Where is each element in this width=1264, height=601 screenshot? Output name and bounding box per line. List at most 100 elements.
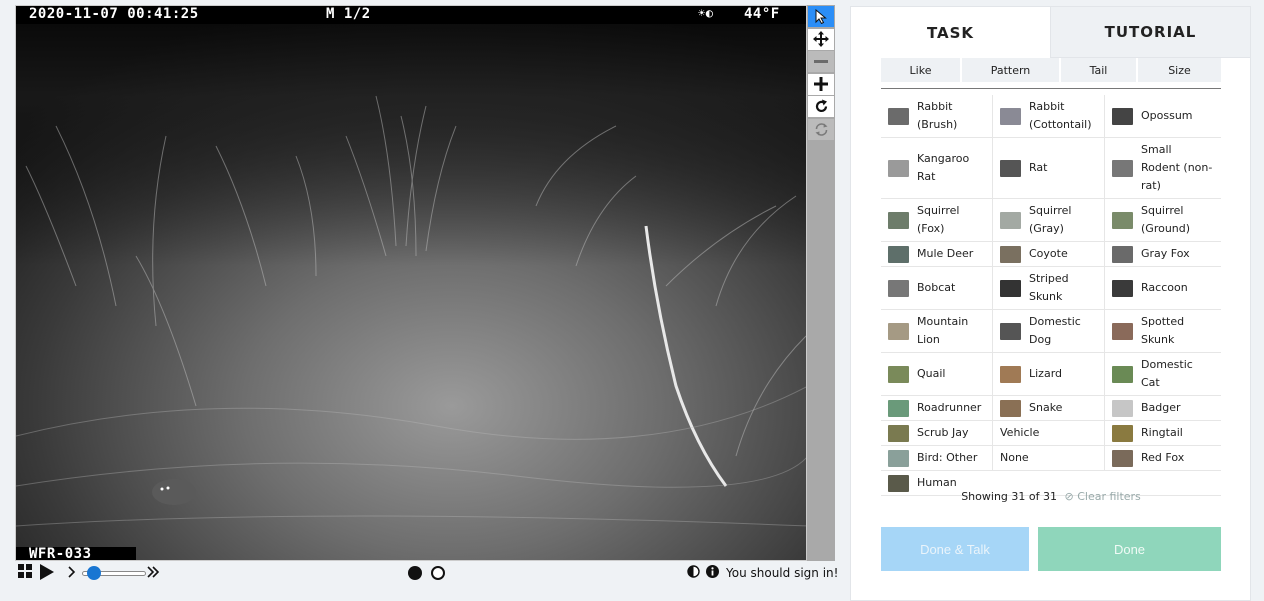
slider-thumb[interactable] [87,566,101,580]
choice-label: Mountain Lion [917,315,969,346]
filter-tail[interactable]: Tail [1061,58,1136,82]
choice-domestic-dog[interactable]: Domestic Dog [993,310,1105,352]
contrast-icon [687,565,700,578]
rotate-tool[interactable] [808,96,834,117]
ban-icon: ⊘ [1064,490,1074,503]
zoom-in-tool[interactable] [808,73,834,95]
rotate-icon [815,99,827,113]
choice-snake[interactable]: Snake [993,396,1105,420]
zoom-out-tool[interactable] [808,51,834,72]
choice-thumbnail [1000,399,1021,417]
moon-phase-icon: ☀◐ [698,6,714,20]
choice-rabbit-cottontail[interactable]: Rabbit (Cottontail) [993,95,1105,137]
grid-view-button[interactable] [18,564,32,578]
choice-lizard[interactable]: Lizard [993,353,1105,395]
choice-domestic-cat[interactable]: Domestic Cat [1105,353,1217,395]
invert-colors-button[interactable] [687,565,700,578]
filter-pattern[interactable]: Pattern [962,58,1059,82]
choice-striped-skunk[interactable]: Striped Skunk [993,267,1105,309]
tab-tutorial[interactable]: TUTORIAL [1050,7,1250,58]
filter-size[interactable]: Size [1138,58,1221,82]
choice-red-fox[interactable]: Red Fox [1105,446,1217,470]
choice-thumbnail [1000,245,1021,263]
choice-bird-other[interactable]: Bird: Other [881,446,993,470]
play-button[interactable] [39,564,54,580]
choice-label: Squirrel (Gray) [1029,204,1072,235]
choice-mule-deer[interactable]: Mule Deer [881,242,993,266]
choice-label: Mule Deer [917,247,974,260]
choice-thumbnail [888,245,909,263]
choice-rabbit-brush[interactable]: Rabbit (Brush) [881,95,993,137]
double-chevron-right-icon [147,566,160,578]
tab-task[interactable]: TASK [851,7,1050,58]
showing-text: Showing 31 of 31 [961,490,1057,503]
choice-roadrunner[interactable]: Roadrunner [881,396,993,420]
choice-row: Squirrel (Fox) Squirrel (Gray) Squirrel (G… [881,199,1221,242]
choice-opossum[interactable]: Opossum [1105,95,1217,137]
done-and-talk-button[interactable]: Done & Talk [881,527,1029,571]
grid-icon [18,564,32,578]
pan-tool[interactable] [808,28,834,50]
showing-count: Showing 31 of 31 ⊘ Clear filters [881,490,1221,503]
choice-vehicle[interactable]: Vehicle [993,421,1105,445]
pointer-tool[interactable] [808,6,834,27]
choice-label: Vehicle [1000,426,1040,439]
choice-row: Mountain Lion Domestic Dog Spotted Skunk [881,310,1221,353]
choice-thumbnail [888,365,909,383]
choice-label: Badger [1141,401,1181,414]
choice-badger[interactable]: Badger [1105,396,1217,420]
choice-thumbnail [888,424,909,442]
fast-forward-button[interactable] [147,566,160,578]
choice-rat[interactable]: Rat [993,138,1105,198]
filter-like[interactable]: Like [881,58,960,82]
done-button[interactable]: Done [1038,527,1221,571]
choice-label: Small Rodent (non-rat) [1141,143,1213,192]
choice-thumbnail [1112,159,1133,177]
frame-1-dot[interactable] [408,566,422,580]
frame-2-dot[interactable] [431,566,445,580]
choice-label: Domestic Dog [1029,315,1081,346]
choice-small-rodent-non-rat[interactable]: Small Rodent (non-rat) [1105,138,1217,198]
choice-squirrel-ground[interactable]: Squirrel (Ground) [1105,199,1217,241]
choice-spotted-skunk[interactable]: Spotted Skunk [1105,310,1217,352]
choice-row: Roadrunner Snake Badger [881,396,1221,421]
clear-filters-button[interactable]: ⊘ Clear filters [1064,490,1140,503]
choice-label: Ringtail [1141,426,1183,439]
camera-frame-counter: M 1/2 [326,6,371,22]
choice-label: Rat [1029,161,1048,174]
choice-label: Squirrel (Ground) [1141,204,1191,235]
choice-none[interactable]: None [993,446,1105,470]
choice-thumbnail [1000,159,1021,177]
subject-image-viewer[interactable]: 2020-11-07 00:41:25 M 1/2 ☀◐ 44°F WFR-03… [15,5,807,561]
choice-squirrel-fox[interactable]: Squirrel (Fox) [881,199,993,241]
choice-kangaroo-rat[interactable]: Kangaroo Rat [881,138,993,198]
choice-thumbnail [1112,322,1133,340]
choice-bobcat[interactable]: Bobcat [881,267,993,309]
reset-tool[interactable] [808,118,834,140]
choice-label: Bird: Other [917,451,978,464]
choice-quail[interactable]: Quail [881,353,993,395]
choice-label: Red Fox [1141,451,1185,464]
choice-coyote[interactable]: Coyote [993,242,1105,266]
refresh-icon [815,122,827,136]
playback-slider[interactable] [82,566,146,580]
step-forward-button[interactable] [68,566,76,578]
choice-scrub-jay[interactable]: Scrub Jay [881,421,993,445]
choice-row: Bird: Other None Red Fox [881,446,1221,471]
choice-label: Rabbit (Cottontail) [1029,100,1092,131]
choice-squirrel-gray[interactable]: Squirrel (Gray) [993,199,1105,241]
metadata-button[interactable] [706,565,719,578]
camera-temperature: 44°F [744,6,780,22]
task-panel: TASK TUTORIAL Like Pattern Tail Size Rab… [850,6,1251,601]
choice-raccoon[interactable]: Raccoon [1105,267,1217,309]
choice-thumbnail [1112,107,1133,125]
choice-mountain-lion[interactable]: Mountain Lion [881,310,993,352]
choice-thumbnail [888,211,909,229]
choice-label: Roadrunner [917,401,982,414]
choice-label: Spotted Skunk [1141,315,1185,346]
choice-label: Striped Skunk [1029,272,1069,303]
choice-label: Kangaroo Rat [917,152,970,183]
cursor-icon [815,9,827,24]
choice-gray-fox[interactable]: Gray Fox [1105,242,1217,266]
choice-ringtail[interactable]: Ringtail [1105,421,1217,445]
